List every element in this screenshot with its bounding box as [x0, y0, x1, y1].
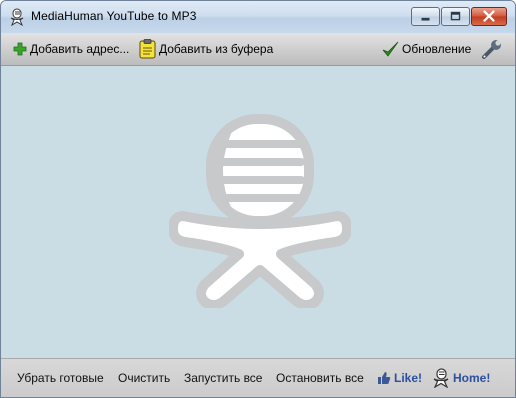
- update-button[interactable]: Обновление: [382, 33, 471, 65]
- download-list-area[interactable]: [1, 66, 515, 358]
- settings-button[interactable]: [481, 33, 506, 65]
- app-window: MediaHuman YouTube to MP3 Добавить адрес…: [0, 0, 516, 398]
- close-button[interactable]: [471, 7, 507, 26]
- add-plus-icon: [13, 42, 27, 56]
- home-label: Home!: [453, 371, 491, 385]
- remove-completed-label: Убрать готовые: [17, 371, 104, 385]
- minimize-button[interactable]: [411, 7, 440, 26]
- add-url-button[interactable]: Добавить адрес...: [13, 33, 129, 65]
- close-icon: [483, 10, 495, 22]
- window-title: MediaHuman YouTube to MP3: [31, 9, 197, 23]
- stop-all-button[interactable]: Остановить все: [276, 359, 364, 397]
- start-all-label: Запустить все: [184, 371, 263, 385]
- clear-label: Очистить: [118, 371, 171, 385]
- update-label: Обновление: [402, 42, 472, 56]
- check-icon: [382, 41, 399, 57]
- maximize-icon: [450, 11, 461, 21]
- thumbs-up-icon: [378, 372, 391, 384]
- home-button[interactable]: Home!: [432, 359, 490, 397]
- minimize-icon: [421, 17, 430, 21]
- title-bar[interactable]: MediaHuman YouTube to MP3: [1, 1, 515, 33]
- like-label: Like!: [394, 371, 423, 385]
- remove-completed-button[interactable]: Убрать готовые: [17, 359, 104, 397]
- start-all-button[interactable]: Запустить все: [184, 359, 262, 397]
- stop-all-label: Остановить все: [276, 371, 364, 385]
- clipboard-icon: [139, 39, 156, 59]
- app-logo-icon: [10, 8, 24, 26]
- add-clipboard-label: Добавить из буфера: [159, 42, 274, 56]
- wrench-icon: [482, 40, 501, 59]
- home-logo-icon: [433, 368, 449, 388]
- bottom-action-bar: Убрать готовые Очистить Запустить все Ос…: [1, 358, 515, 397]
- like-button[interactable]: Like!: [377, 359, 422, 397]
- add-from-clipboard-button[interactable]: Добавить из буфера: [139, 33, 273, 65]
- add-url-label: Добавить адрес...: [30, 42, 130, 56]
- mediahuman-logo-watermark: [169, 114, 351, 308]
- toolbar: Добавить адрес... Добавить из буфера Обн…: [1, 33, 515, 66]
- clear-button[interactable]: Очистить: [118, 359, 170, 397]
- maximize-button[interactable]: [441, 7, 470, 26]
